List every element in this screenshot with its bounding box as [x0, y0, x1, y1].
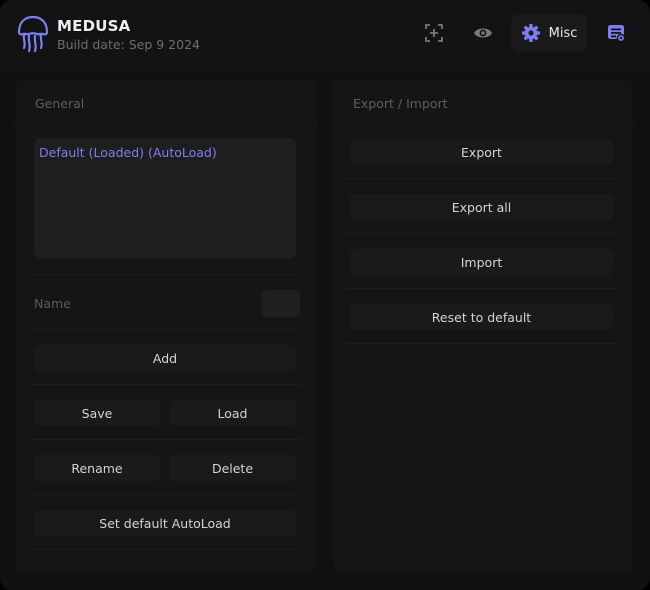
- eye-icon: [474, 28, 492, 38]
- general-panel-title: General: [35, 96, 85, 111]
- divider: [29, 549, 301, 550]
- aim-tab-button[interactable]: [414, 14, 454, 52]
- build-date: Build date: Sep 9 2024: [57, 37, 200, 52]
- divider: [345, 233, 618, 234]
- add-button[interactable]: Add: [34, 345, 296, 371]
- export-import-panel-title: Export / Import: [353, 96, 448, 111]
- export-button[interactable]: Export: [350, 139, 613, 165]
- set-default-autoload-button[interactable]: Set default AutoLoad: [34, 510, 296, 536]
- app-title: MEDUSA: [57, 17, 131, 35]
- misc-tab-label: Misc: [548, 25, 578, 41]
- export-all-button[interactable]: Export all: [350, 194, 613, 220]
- divider: [29, 494, 301, 495]
- medusa-window: MEDUSA Build date: Sep 9 2024 Misc Gener…: [0, 0, 650, 590]
- divider: [345, 288, 618, 289]
- import-button[interactable]: Import: [350, 249, 613, 275]
- visuals-tab-button[interactable]: [463, 14, 503, 52]
- divider: [29, 274, 301, 275]
- divider: [29, 439, 301, 440]
- panel-divider: [15, 122, 317, 123]
- gear-icon: [521, 24, 540, 42]
- misc-tab-button[interactable]: Misc: [511, 14, 587, 52]
- divider: [29, 384, 301, 385]
- save-button[interactable]: Save: [34, 400, 160, 426]
- divider: [345, 178, 618, 179]
- divider: [29, 329, 301, 330]
- config-list-item[interactable]: Default (Loaded) (AutoLoad): [39, 145, 217, 160]
- configs-tab-button[interactable]: [596, 14, 636, 52]
- delete-button[interactable]: Delete: [169, 455, 296, 481]
- rename-button[interactable]: Rename: [34, 455, 160, 481]
- load-button[interactable]: Load: [169, 400, 296, 426]
- config-listbox[interactable]: Default (Loaded) (AutoLoad): [34, 138, 296, 259]
- config-list-icon: [608, 25, 626, 43]
- reset-to-default-button[interactable]: Reset to default: [350, 304, 613, 330]
- name-label: Name: [34, 296, 71, 311]
- panel-divider: [333, 122, 633, 123]
- jellyfish-logo-icon: [17, 15, 49, 53]
- name-input[interactable]: [261, 290, 300, 317]
- divider: [345, 343, 618, 344]
- header-bar: MEDUSA Build date: Sep 9 2024 Misc: [0, 0, 650, 66]
- crosshair-plus-icon: [425, 24, 443, 42]
